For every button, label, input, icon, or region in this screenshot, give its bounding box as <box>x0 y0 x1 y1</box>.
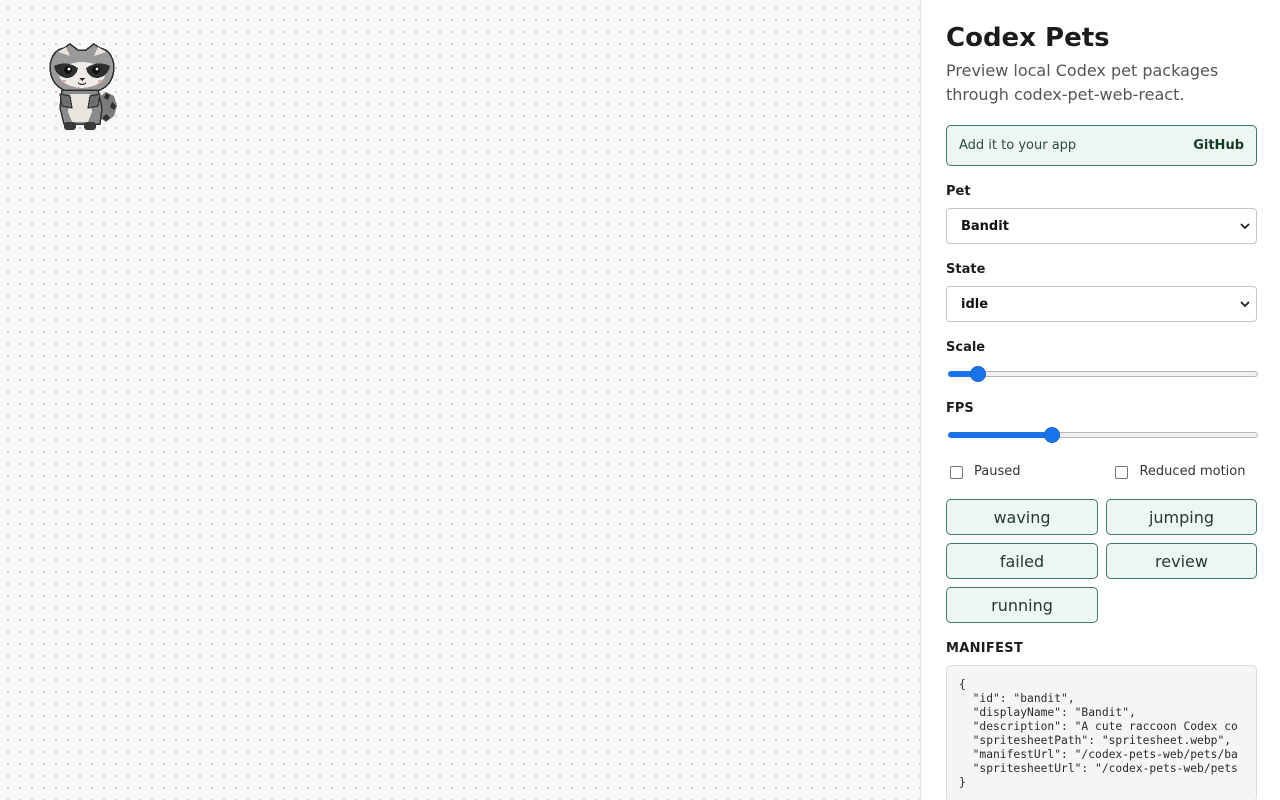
pet-select[interactable]: Bandit <box>946 208 1257 244</box>
reduced-motion-checkbox[interactable]: Reduced motion <box>1111 464 1245 480</box>
chevron-down-icon <box>1240 301 1250 308</box>
paused-label: Paused <box>974 464 1021 479</box>
pet-label: Pet <box>946 184 971 199</box>
github-link[interactable]: GitHub <box>1193 138 1244 153</box>
state-buttons: waving jumping failed review running <box>946 499 1257 623</box>
manifest-line: { <box>959 678 966 691</box>
manifest-line: } <box>959 776 966 789</box>
page-subtitle: Preview local Codex pet packages through… <box>946 61 1219 104</box>
scale-slider-thumb[interactable] <box>970 366 986 382</box>
state-button-jumping[interactable]: jumping <box>1106 499 1257 535</box>
page-title: Codex Pets <box>946 23 1110 53</box>
fps-label: FPS <box>946 401 974 416</box>
raccoon-pet-icon[interactable] <box>44 40 120 134</box>
fps-slider[interactable] <box>948 426 1260 444</box>
state-label: State <box>946 262 986 277</box>
scale-label: Scale <box>946 340 986 355</box>
manifest-code: { "id": "bandit", "displayName": "Bandit… <box>946 665 1257 800</box>
paused-checkbox[interactable]: Paused <box>946 464 1020 480</box>
control-panel: Codex Pets Preview local Codex pet packa… <box>920 0 1280 800</box>
reduced-motion-label: Reduced motion <box>1139 464 1246 479</box>
manifest-heading: MANIFEST <box>946 641 1024 656</box>
manifest-line: "spritesheetUrl": "/codex-pets-web/pets <box>959 762 1238 775</box>
manifest-line: "spritesheetPath": "spritesheet.webp", <box>959 734 1232 747</box>
state-button-review[interactable]: review <box>1106 543 1257 579</box>
manifest-line: "manifestUrl": "/codex-pets-web/pets/ba <box>959 748 1238 761</box>
add-to-app-banner: Add it to your app GitHub <box>946 125 1257 166</box>
scale-slider-track <box>948 371 1258 377</box>
chevron-down-icon <box>1240 223 1250 230</box>
state-select-value: idle <box>961 296 989 312</box>
state-button-waving[interactable]: waving <box>946 499 1098 535</box>
state-button-running[interactable]: running <box>946 587 1098 623</box>
manifest-line: "displayName": "Bandit", <box>959 706 1136 719</box>
fps-slider-thumb[interactable] <box>1044 427 1060 443</box>
manifest-line: "description": "A cute raccoon Codex co <box>959 720 1238 733</box>
state-button-failed[interactable]: failed <box>946 543 1098 579</box>
manifest-line: "id": "bandit", <box>959 692 1075 705</box>
scale-slider[interactable] <box>948 365 1260 383</box>
state-select[interactable]: idle <box>946 286 1257 322</box>
fps-slider-fill <box>948 432 1052 438</box>
reduced-motion-checkbox-box[interactable] <box>1115 465 1129 479</box>
paused-checkbox-box[interactable] <box>950 465 963 479</box>
pet-stage <box>0 0 920 800</box>
add-to-app-text: Add it to your app <box>959 138 1077 153</box>
pet-select-value: Bandit <box>961 218 1009 234</box>
